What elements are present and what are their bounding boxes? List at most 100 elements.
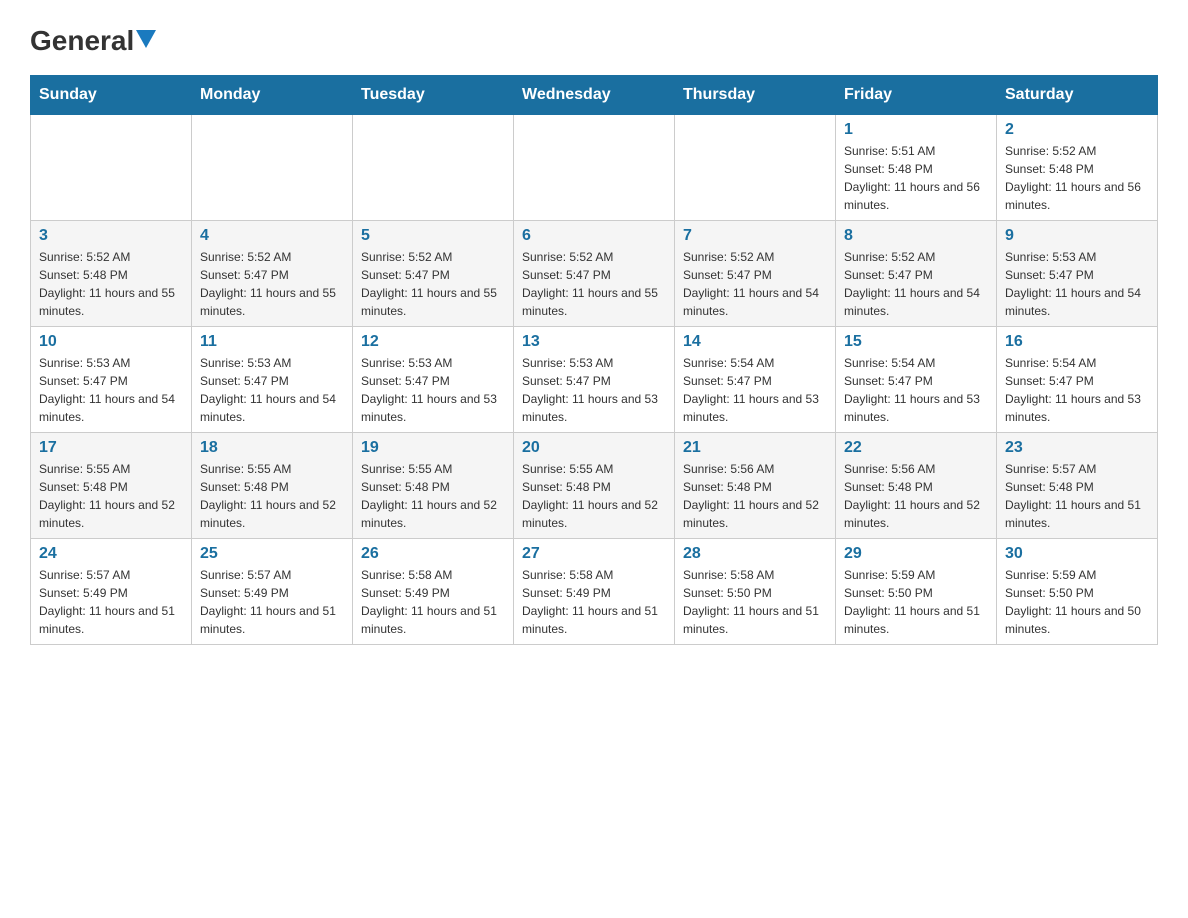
calendar-cell: 7 Sunrise: 5:52 AM Sunset: 5:47 PM Daylig… (675, 221, 836, 327)
day-number: 10 (39, 333, 183, 351)
day-number: 1 (844, 121, 988, 139)
day-number: 14 (683, 333, 827, 351)
day-info: Sunrise: 5:54 AM Sunset: 5:47 PM Dayligh… (844, 354, 988, 426)
day-info: Sunrise: 5:53 AM Sunset: 5:47 PM Dayligh… (39, 354, 183, 426)
day-info: Sunrise: 5:57 AM Sunset: 5:48 PM Dayligh… (1005, 460, 1149, 532)
day-number: 7 (683, 227, 827, 245)
day-number: 8 (844, 227, 988, 245)
calendar-table: SundayMondayTuesdayWednesdayThursdayFrid… (30, 75, 1158, 645)
day-info: Sunrise: 5:52 AM Sunset: 5:47 PM Dayligh… (200, 248, 344, 320)
weekday-header-row: SundayMondayTuesdayWednesdayThursdayFrid… (31, 76, 1158, 115)
calendar-cell: 27 Sunrise: 5:58 AM Sunset: 5:49 PM Dayli… (514, 539, 675, 645)
day-number: 18 (200, 439, 344, 457)
day-number: 9 (1005, 227, 1149, 245)
day-info: Sunrise: 5:57 AM Sunset: 5:49 PM Dayligh… (200, 566, 344, 638)
calendar-cell: 3 Sunrise: 5:52 AM Sunset: 5:48 PM Daylig… (31, 221, 192, 327)
weekday-header-sunday: Sunday (31, 76, 192, 115)
day-info: Sunrise: 5:58 AM Sunset: 5:49 PM Dayligh… (361, 566, 505, 638)
day-info: Sunrise: 5:52 AM Sunset: 5:47 PM Dayligh… (522, 248, 666, 320)
weekday-header-tuesday: Tuesday (353, 76, 514, 115)
calendar-week-row: 24 Sunrise: 5:57 AM Sunset: 5:49 PM Dayli… (31, 539, 1158, 645)
calendar-week-row: 3 Sunrise: 5:52 AM Sunset: 5:48 PM Daylig… (31, 221, 1158, 327)
logo-general: General (30, 25, 134, 57)
calendar-cell (353, 115, 514, 221)
calendar-cell: 18 Sunrise: 5:55 AM Sunset: 5:48 PM Dayli… (192, 433, 353, 539)
calendar-cell: 25 Sunrise: 5:57 AM Sunset: 5:49 PM Dayli… (192, 539, 353, 645)
day-number: 15 (844, 333, 988, 351)
calendar-cell: 13 Sunrise: 5:53 AM Sunset: 5:47 PM Dayli… (514, 327, 675, 433)
day-number: 19 (361, 439, 505, 457)
day-number: 16 (1005, 333, 1149, 351)
day-info: Sunrise: 5:55 AM Sunset: 5:48 PM Dayligh… (39, 460, 183, 532)
day-number: 2 (1005, 121, 1149, 139)
calendar-cell: 10 Sunrise: 5:53 AM Sunset: 5:47 PM Dayli… (31, 327, 192, 433)
day-info: Sunrise: 5:58 AM Sunset: 5:49 PM Dayligh… (522, 566, 666, 638)
day-info: Sunrise: 5:58 AM Sunset: 5:50 PM Dayligh… (683, 566, 827, 638)
calendar-cell: 17Sunrise: 5:55 AM Sunset: 5:48 PM Dayli… (31, 433, 192, 539)
day-number: 20 (522, 439, 666, 457)
day-info: Sunrise: 5:52 AM Sunset: 5:48 PM Dayligh… (39, 248, 183, 320)
calendar-week-row: 10 Sunrise: 5:53 AM Sunset: 5:47 PM Dayli… (31, 327, 1158, 433)
calendar-cell (675, 115, 836, 221)
day-info: Sunrise: 5:59 AM Sunset: 5:50 PM Dayligh… (1005, 566, 1149, 638)
calendar-cell: 30Sunrise: 5:59 AM Sunset: 5:50 PM Dayli… (997, 539, 1158, 645)
weekday-header-wednesday: Wednesday (514, 76, 675, 115)
calendar-cell: 16 Sunrise: 5:54 AM Sunset: 5:47 PM Dayli… (997, 327, 1158, 433)
calendar-cell: 26 Sunrise: 5:58 AM Sunset: 5:49 PM Dayli… (353, 539, 514, 645)
day-info: Sunrise: 5:53 AM Sunset: 5:47 PM Dayligh… (522, 354, 666, 426)
day-info: Sunrise: 5:59 AM Sunset: 5:50 PM Dayligh… (844, 566, 988, 638)
weekday-header-saturday: Saturday (997, 76, 1158, 115)
day-info: Sunrise: 5:54 AM Sunset: 5:47 PM Dayligh… (683, 354, 827, 426)
calendar-cell: 20 Sunrise: 5:55 AM Sunset: 5:48 PM Dayli… (514, 433, 675, 539)
calendar-cell: 21Sunrise: 5:56 AM Sunset: 5:48 PM Dayli… (675, 433, 836, 539)
day-info: Sunrise: 5:55 AM Sunset: 5:48 PM Dayligh… (361, 460, 505, 532)
calendar-cell: 14 Sunrise: 5:54 AM Sunset: 5:47 PM Dayli… (675, 327, 836, 433)
day-number: 25 (200, 545, 344, 563)
day-info: Sunrise: 5:56 AM Sunset: 5:48 PM Dayligh… (844, 460, 988, 532)
day-info: Sunrise: 5:53 AM Sunset: 5:47 PM Dayligh… (200, 354, 344, 426)
calendar-body: 1 Sunrise: 5:51 AM Sunset: 5:48 PM Daylig… (31, 115, 1158, 645)
calendar-cell: 1 Sunrise: 5:51 AM Sunset: 5:48 PM Daylig… (836, 115, 997, 221)
day-number: 28 (683, 545, 827, 563)
calendar-cell: 15 Sunrise: 5:54 AM Sunset: 5:47 PM Dayli… (836, 327, 997, 433)
day-number: 3 (39, 227, 183, 245)
calendar-cell: 6Sunrise: 5:52 AM Sunset: 5:47 PM Daylig… (514, 221, 675, 327)
day-number: 24 (39, 545, 183, 563)
weekday-header-thursday: Thursday (675, 76, 836, 115)
day-number: 13 (522, 333, 666, 351)
page-header: General (30, 20, 1158, 55)
day-number: 21 (683, 439, 827, 457)
day-info: Sunrise: 5:54 AM Sunset: 5:47 PM Dayligh… (1005, 354, 1149, 426)
day-number: 27 (522, 545, 666, 563)
calendar-cell: 24 Sunrise: 5:57 AM Sunset: 5:49 PM Dayli… (31, 539, 192, 645)
calendar-cell: 4 Sunrise: 5:52 AM Sunset: 5:47 PM Daylig… (192, 221, 353, 327)
day-info: Sunrise: 5:52 AM Sunset: 5:47 PM Dayligh… (683, 248, 827, 320)
day-number: 29 (844, 545, 988, 563)
calendar-cell: 12Sunrise: 5:53 AM Sunset: 5:47 PM Dayli… (353, 327, 514, 433)
calendar-cell: 28 Sunrise: 5:58 AM Sunset: 5:50 PM Dayli… (675, 539, 836, 645)
day-number: 23 (1005, 439, 1149, 457)
day-info: Sunrise: 5:52 AM Sunset: 5:48 PM Dayligh… (1005, 142, 1149, 214)
calendar-cell: 8 Sunrise: 5:52 AM Sunset: 5:47 PM Daylig… (836, 221, 997, 327)
calendar-cell: 2 Sunrise: 5:52 AM Sunset: 5:48 PM Daylig… (997, 115, 1158, 221)
calendar-cell: 22 Sunrise: 5:56 AM Sunset: 5:48 PM Dayli… (836, 433, 997, 539)
calendar-week-row: 1 Sunrise: 5:51 AM Sunset: 5:48 PM Daylig… (31, 115, 1158, 221)
day-info: Sunrise: 5:52 AM Sunset: 5:47 PM Dayligh… (844, 248, 988, 320)
day-info: Sunrise: 5:57 AM Sunset: 5:49 PM Dayligh… (39, 566, 183, 638)
day-number: 4 (200, 227, 344, 245)
day-number: 26 (361, 545, 505, 563)
day-info: Sunrise: 5:52 AM Sunset: 5:47 PM Dayligh… (361, 248, 505, 320)
logo-arrow-icon (136, 30, 156, 50)
calendar-cell (514, 115, 675, 221)
calendar-cell: 23 Sunrise: 5:57 AM Sunset: 5:48 PM Dayli… (997, 433, 1158, 539)
day-info: Sunrise: 5:55 AM Sunset: 5:48 PM Dayligh… (200, 460, 344, 532)
day-info: Sunrise: 5:51 AM Sunset: 5:48 PM Dayligh… (844, 142, 988, 214)
weekday-header-monday: Monday (192, 76, 353, 115)
calendar-header: SundayMondayTuesdayWednesdayThursdayFrid… (31, 76, 1158, 115)
day-info: Sunrise: 5:55 AM Sunset: 5:48 PM Dayligh… (522, 460, 666, 532)
logo-text: General (30, 25, 156, 57)
calendar-cell (31, 115, 192, 221)
calendar-cell: 19 Sunrise: 5:55 AM Sunset: 5:48 PM Dayli… (353, 433, 514, 539)
day-number: 12 (361, 333, 505, 351)
day-number: 22 (844, 439, 988, 457)
